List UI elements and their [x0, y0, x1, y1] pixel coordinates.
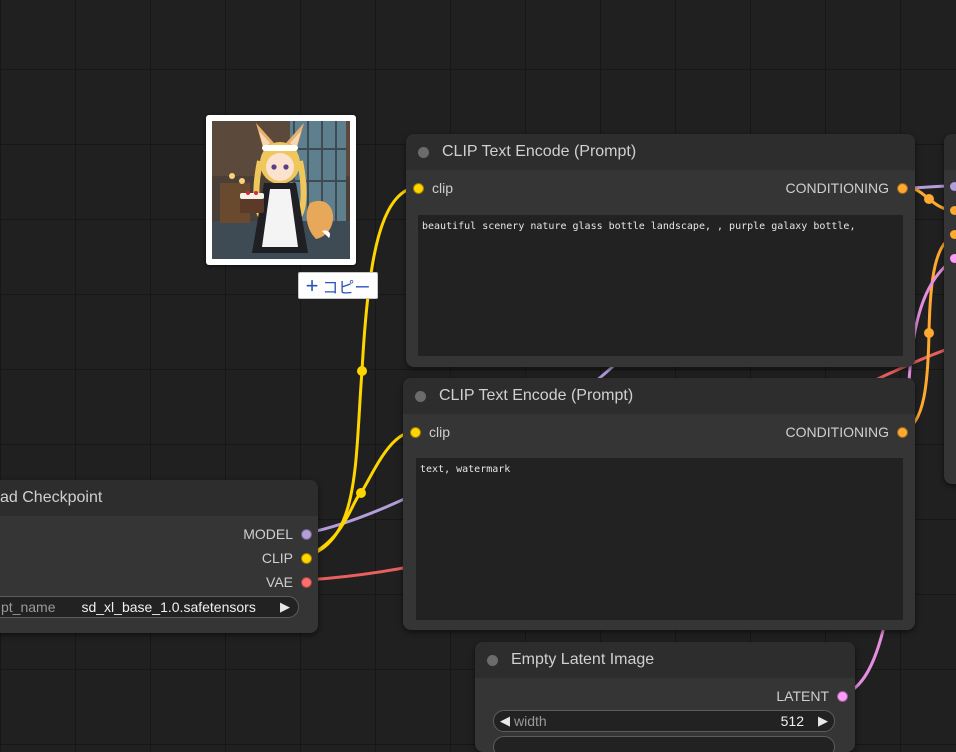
slot-label: CONDITIONING [785, 424, 889, 440]
output-model[interactable]: MODEL [243, 526, 312, 542]
widget-label: width [514, 713, 547, 729]
conditioning-link-midpoint[interactable] [924, 194, 934, 204]
copy-button[interactable]: + コピー [298, 272, 378, 299]
image-thumbnail[interactable] [206, 115, 356, 265]
copy-button-label: コピー [322, 279, 371, 297]
collapse-dot-icon[interactable] [418, 146, 429, 158]
input-clip[interactable]: clip [413, 180, 453, 196]
slot-label: CONDITIONING [785, 180, 889, 196]
input-pin[interactable] [950, 230, 956, 239]
widget-value: sd_xl_base_1.0.safetensors [81, 599, 256, 615]
ksampler-node-edge[interactable] [944, 134, 956, 484]
output-clip[interactable]: CLIP [262, 550, 312, 566]
plus-icon: + [305, 272, 319, 298]
clip-pin[interactable] [410, 426, 421, 438]
clip-link-midpoint[interactable] [357, 366, 367, 376]
collapse-dot-icon[interactable] [487, 654, 498, 666]
node-title: CLIP Text Encode (Prompt) [442, 143, 637, 160]
combo-arrow-icon[interactable]: ▶ [280, 599, 290, 615]
slot-label: clip [429, 424, 451, 440]
slot-label: CLIP [261, 550, 293, 566]
node-title-bar[interactable]: CLIP Text Encode (Prompt) [403, 378, 915, 414]
input-clip[interactable]: clip [410, 424, 450, 440]
conditioning-link-midpoint[interactable] [924, 328, 934, 338]
input-pin[interactable] [950, 206, 956, 215]
node-title-bar[interactable] [944, 134, 956, 170]
slot-label: VAE [266, 574, 293, 590]
input-pin[interactable] [950, 182, 956, 191]
slot-label: LATENT [776, 688, 829, 704]
conditioning-pin[interactable] [897, 182, 908, 194]
clip-link-midpoint[interactable] [356, 488, 366, 498]
widget-label: pt_name [1, 599, 56, 615]
node-title: Empty Latent Image [511, 651, 655, 668]
clip-text-encode-negative-node[interactable]: CLIP Text Encode (Prompt) clip CONDITION… [403, 378, 915, 630]
height-number-widget[interactable] [493, 736, 835, 752]
prompt-textarea[interactable]: text, watermark [416, 458, 903, 620]
decrement-arrow-icon[interactable]: ◀ [500, 713, 510, 729]
ckpt-name-combo[interactable]: pt_name sd_xl_base_1.0.safetensors ▶ [0, 596, 299, 618]
output-conditioning[interactable]: CONDITIONING [786, 180, 908, 196]
slot-label: MODEL [243, 526, 293, 542]
model-pin[interactable] [301, 528, 312, 540]
load-checkpoint-node[interactable]: ad Checkpoint MODEL CLIP VAE pt_name sd_… [0, 480, 318, 633]
collapse-dot-icon[interactable] [415, 390, 426, 402]
prompt-textarea[interactable]: beautiful scenery nature glass bottle la… [418, 215, 903, 356]
clip-pin[interactable] [301, 552, 312, 564]
conditioning-pin[interactable] [897, 426, 908, 438]
node-title: CLIP Text Encode (Prompt) [439, 387, 634, 404]
clip-link-negative [305, 429, 418, 558]
node-title: ad Checkpoint [0, 489, 103, 506]
input-pin[interactable] [950, 254, 956, 263]
slot-label: clip [432, 180, 454, 196]
vae-pin[interactable] [301, 576, 312, 588]
output-conditioning[interactable]: CONDITIONING [786, 424, 908, 440]
empty-latent-image-node[interactable]: Empty Latent Image LATENT ◀ width 512 ▶ [475, 642, 855, 752]
increment-arrow-icon[interactable]: ▶ [818, 713, 828, 729]
output-vae[interactable]: VAE [266, 574, 312, 590]
clip-pin[interactable] [413, 182, 424, 194]
node-title-bar[interactable]: Empty Latent Image [475, 642, 855, 678]
widget-value: 512 [780, 713, 804, 729]
output-latent[interactable]: LATENT [776, 688, 848, 704]
latent-pin[interactable] [837, 690, 848, 702]
node-title-bar[interactable]: ad Checkpoint [0, 480, 318, 516]
fox-maid-image [212, 121, 350, 259]
width-number-widget[interactable]: ◀ width 512 ▶ [493, 710, 835, 732]
node-title-bar[interactable]: CLIP Text Encode (Prompt) [406, 134, 915, 170]
clip-text-encode-positive-node[interactable]: CLIP Text Encode (Prompt) clip CONDITION… [406, 134, 915, 367]
